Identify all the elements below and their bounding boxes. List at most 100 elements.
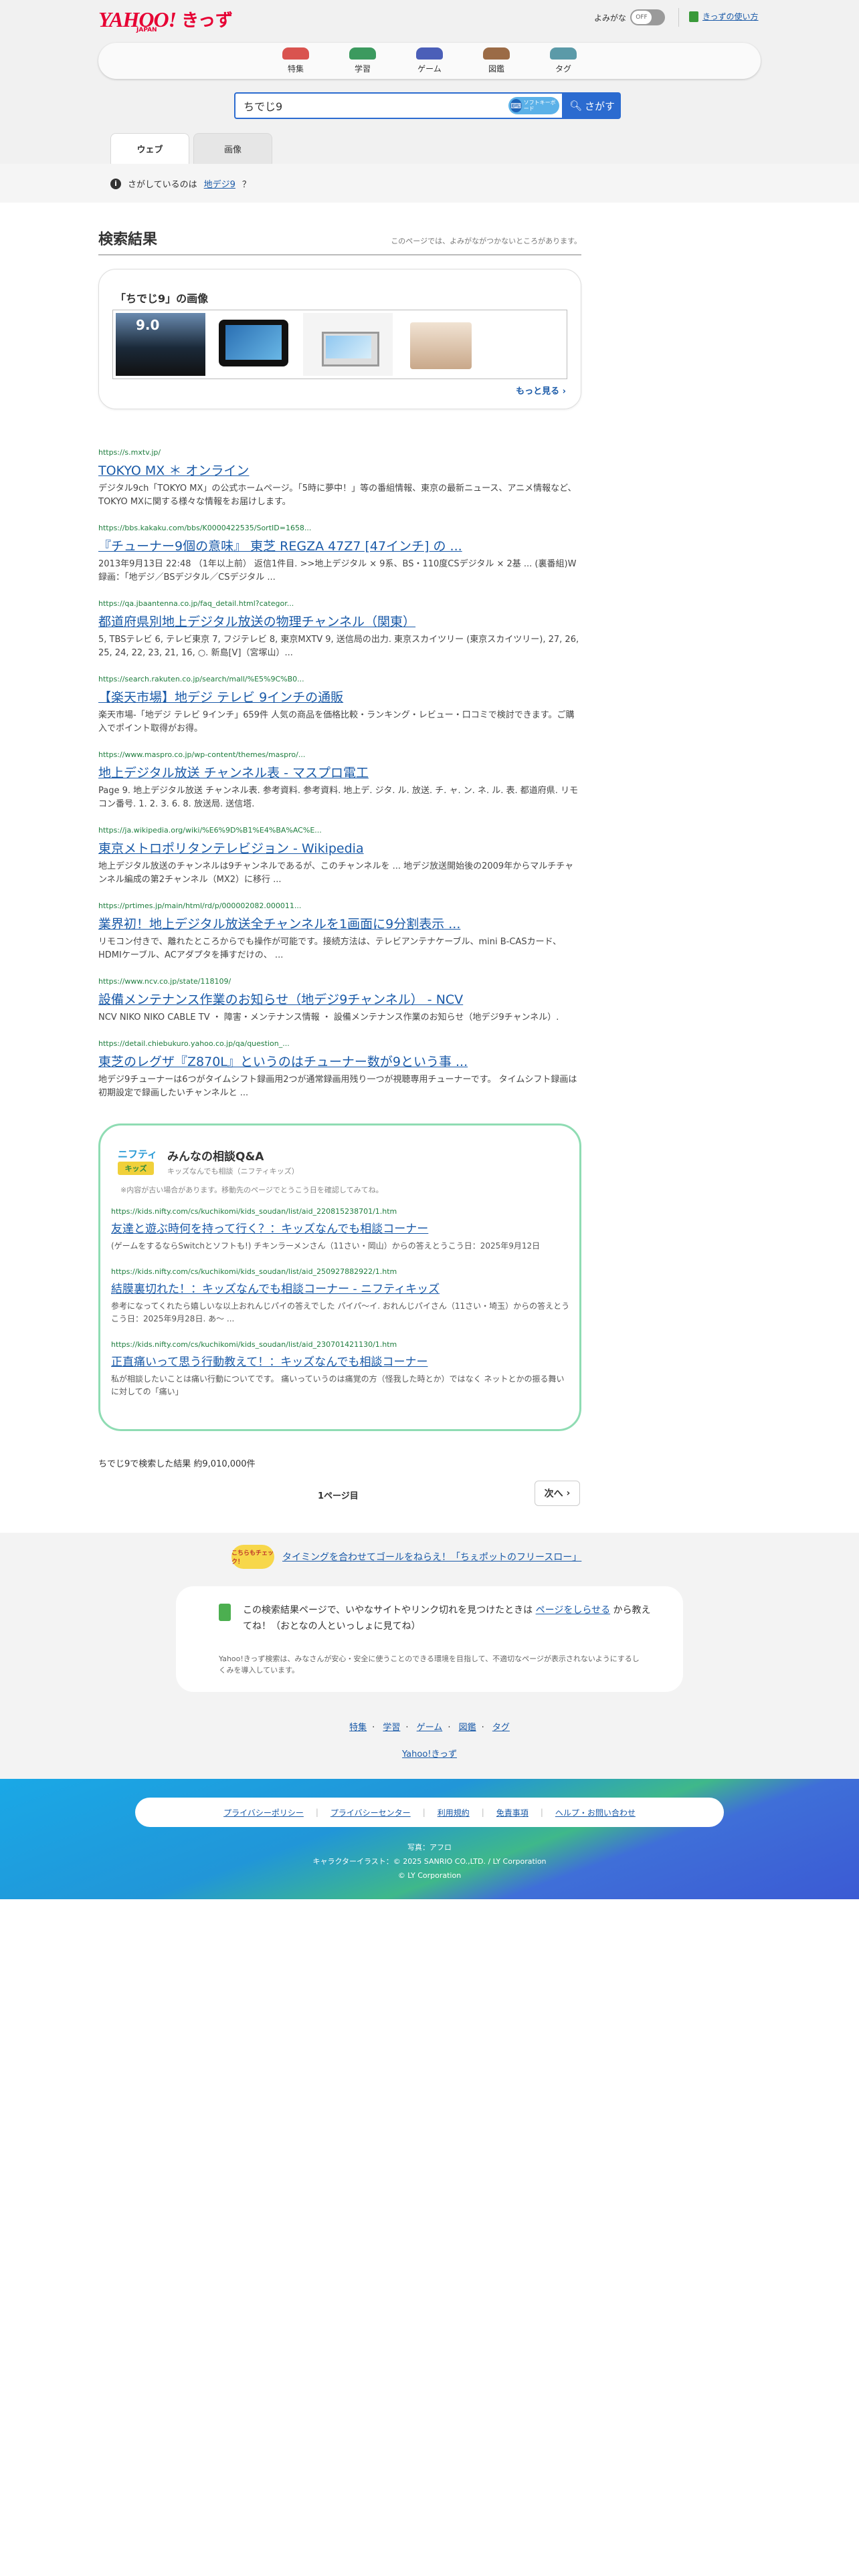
- promo-badge: こちらもチェック！: [231, 1545, 274, 1569]
- nifty-brand: ニフティ: [118, 1148, 158, 1160]
- footer-home: Yahoo!きっず: [0, 1747, 859, 1759]
- qa-subtitle: キッズなんでも相談（ニフティキッズ）: [167, 1167, 299, 1176]
- qa-item-link[interactable]: 結膜裏切れた！：キッズなんでも相談コーナー - ニフティキッズ: [111, 1279, 570, 1296]
- image-thumbnail[interactable]: [303, 313, 393, 376]
- report-text: この検索結果ページで、いやなサイトやリンク切れを見つけたときは ページをしらせる…: [243, 1602, 658, 1634]
- search-result: https://ja.wikipedia.org/wiki/%E6%9D%B1%…: [98, 826, 581, 887]
- copyright: © LY Corporation: [397, 1871, 462, 1880]
- yahoo-kids-logo[interactable]: YAHOO! きっず: [98, 7, 233, 31]
- result-url: https://search.rakuten.co.jp/search/mall…: [98, 675, 304, 683]
- qa-notice: ※内容が古い場合があります。移動先のページでとうこう日を確認してみてね。: [120, 1186, 383, 1194]
- book-icon: [689, 11, 698, 22]
- image-thumbnail[interactable]: [397, 313, 486, 376]
- promo-banner: こちらもチェック！ タイミングを合わせてゴールをねらえ！「ちぇポットのフリースロ…: [231, 1545, 581, 1569]
- qa-item-url: https://kids.nifty.com/cs/kuchikomi/kids…: [111, 1340, 397, 1349]
- result-title-link[interactable]: 都道府県別地上デジタル放送の物理チャンネル（関東）: [98, 612, 581, 630]
- more-images-link[interactable]: もっと見る ›: [516, 384, 566, 397]
- result-snippet: 楽天市場-「地デジ テレビ 9インチ」659件 人気の商品を価格比較・ランキング…: [98, 710, 575, 734]
- privacy-center-link[interactable]: プライバシーセンター: [330, 1807, 411, 1818]
- help-link[interactable]: ヘルプ・お問い合わせ: [555, 1807, 636, 1818]
- result-title-link[interactable]: 地上デジタル放送 チャンネル表 - マスプロ電工: [98, 763, 581, 781]
- qa-item-url: https://kids.nifty.com/cs/kuchikomi/kids…: [111, 1267, 397, 1276]
- footer-link-tag[interactable]: タグ: [492, 1723, 510, 1733]
- nav-item-gakushu[interactable]: 学習: [341, 47, 384, 74]
- keyboard-icon: ⌨: [510, 99, 522, 112]
- footer-link-gakushu[interactable]: 学習: [383, 1723, 400, 1733]
- qa-item-link[interactable]: 友達と遊ぶ時何を持って行く？：キッズなんでも相談コーナー: [111, 1219, 570, 1236]
- game-icon: [416, 47, 443, 60]
- report-note: Yahoo!きっず検索は、みなさんが安心・安全に使うことのできる環境を目指して、…: [219, 1654, 640, 1675]
- search-button[interactable]: 🔍︎ さがす: [563, 92, 621, 119]
- promo-link[interactable]: タイミングを合わせてゴールをねらえ！「ちぇポットのフリースロー」: [282, 1550, 581, 1564]
- search-result: https://s.mxtv.jp/ TOKYO MX ＊ オンライン デジタル…: [98, 448, 581, 509]
- kids-brand: キッズ: [118, 1162, 154, 1175]
- web-results: https://s.mxtv.jp/ TOKYO MX ＊ オンライン デジタル…: [98, 448, 581, 1115]
- chevron-right-icon: ›: [563, 1488, 571, 1499]
- qa-item-link[interactable]: 正直痛いって思う行動教えて！：キッズなんでも相談コーナー: [111, 1352, 570, 1369]
- tokushu-icon: [282, 47, 309, 60]
- qa-box: ニフティ キッズ みんなの相談Q&A キッズなんでも相談（ニフティキッズ） ※内…: [98, 1123, 581, 1431]
- result-snippet: リモコン付きで、離れたところからでも操作が可能です。接続方法は、テレビアンテナケ…: [98, 937, 562, 960]
- footer-band: プライバシーポリシー | プライバシーセンター | 利用規約 | 免責事項 | ヘルプ・…: [0, 1779, 859, 1899]
- soft-keyboard-button[interactable]: ⌨ ソフトキーボード: [508, 97, 559, 114]
- nav-label: タグ: [555, 64, 571, 74]
- image-thumbnail[interactable]: [209, 313, 299, 376]
- search-input[interactable]: ちでじ9 ⌨ ソフトキーボード: [234, 92, 563, 119]
- result-title-link[interactable]: 東芝のレグザ『Z870L』というのはチューナー数が9という事 ...: [98, 1052, 581, 1070]
- footer-home-link[interactable]: Yahoo!きっず: [402, 1749, 457, 1759]
- privacy-policy-link[interactable]: プライバシーポリシー: [223, 1807, 304, 1818]
- terms-link[interactable]: 利用規約: [438, 1807, 470, 1818]
- next-page-button[interactable]: 次へ ›: [535, 1481, 580, 1506]
- nav-label: 図鑑: [488, 64, 504, 74]
- search-query: ちでじ9: [244, 100, 283, 113]
- nav-item-game[interactable]: ゲーム: [408, 47, 451, 74]
- chevron-right-icon: ›: [562, 387, 566, 397]
- qa-item-snippet: 私が相談したいことは痛い行動についてです。 痛いっていうのは痛覚の方（怪我した時…: [111, 1374, 565, 1396]
- search-result: https://prtimes.jp/main/html/rd/p/000002…: [98, 901, 581, 962]
- result-url: https://qa.jbaantenna.co.jp/faq_detail.h…: [98, 599, 294, 608]
- qa-item-snippet: (ゲームをするならSwitchとソフトも!) チキンラーメンさん（11さい・岡山…: [111, 1241, 541, 1251]
- result-title-link[interactable]: 設備メンテナンス作業のお知らせ（地デジ9チャンネル） - NCV: [98, 990, 581, 1008]
- phone-icon: [219, 1604, 231, 1621]
- result-url: https://bbs.kakaku.com/bbs/K0000422535/S…: [98, 524, 312, 532]
- toggle-state: OFF: [632, 11, 652, 24]
- footer-link-zukan[interactable]: 図鑑: [459, 1723, 476, 1733]
- footer-link-tokushu[interactable]: 特集: [349, 1723, 367, 1733]
- howto-link[interactable]: きっずの使い方: [689, 11, 759, 22]
- howto-link-text[interactable]: きっずの使い方: [702, 11, 759, 22]
- search-result: https://qa.jbaantenna.co.jp/faq_detail.h…: [98, 599, 581, 660]
- divider: [678, 8, 679, 27]
- photo-credit: 写真：アフロ: [407, 1843, 452, 1852]
- report-box: この検索結果ページで、いやなサイトやリンク切れを見つけたときは ページをしらせる…: [176, 1586, 683, 1692]
- nav-item-zukan[interactable]: 図鑑: [475, 47, 518, 74]
- result-title-link[interactable]: 東京メトロポリタンテレビジョン - Wikipedia: [98, 839, 581, 857]
- nav-label: 特集: [287, 64, 304, 74]
- result-url: https://www.ncv.co.jp/state/118109/: [98, 977, 231, 986]
- character-credit: キャラクターイラスト：© 2025 SANRIO CO.,LTD. / LY C…: [312, 1857, 547, 1866]
- nav-item-tokushu[interactable]: 特集: [274, 47, 317, 74]
- zukan-icon: [483, 47, 510, 60]
- image-results-title: 「ちでじ9」の画像: [115, 292, 209, 305]
- report-link[interactable]: ページをしらせる: [536, 1605, 610, 1616]
- tab-web[interactable]: ウェブ: [110, 133, 189, 164]
- result-title-link[interactable]: 業界初！地上デジタル放送全チャンネルを1画面に9分割表示 ...: [98, 914, 581, 932]
- search-result: https://www.ncv.co.jp/state/118109/ 設備メン…: [98, 977, 581, 1025]
- result-snippet: デジタル9ch「TOKYO MX」の公式ホームページ。「5時に夢中！」等の番組情…: [98, 484, 577, 507]
- image-thumbnail[interactable]: 9.0: [116, 313, 205, 376]
- result-title-link[interactable]: 『チューナー9個の意味』 東芝 REGZA 47Z7 [47インチ] の ...: [98, 536, 581, 554]
- footer-nav: 特集 · 学習 · ゲーム · 図鑑 · タグ: [349, 1723, 510, 1733]
- tab-images[interactable]: 画像: [193, 133, 272, 164]
- did-you-mean-link[interactable]: 地デジ9: [204, 177, 235, 190]
- disclaimer-link[interactable]: 免責事項: [496, 1807, 529, 1818]
- search-result: https://search.rakuten.co.jp/search/mall…: [98, 675, 581, 736]
- result-snippet: 5, TBSテレビ 6, テレビ東京 7, フジテレビ 8, 東京MXTV 9,…: [98, 635, 579, 658]
- result-url: https://prtimes.jp/main/html/rd/p/000002…: [98, 901, 302, 910]
- footer-link-game[interactable]: ゲーム: [417, 1723, 443, 1733]
- credits: 写真：アフロ キャラクターイラスト：© 2025 SANRIO CO.,LTD.…: [0, 1840, 859, 1883]
- search-icon: 🔍︎: [569, 100, 583, 112]
- result-title-link[interactable]: TOKYO MX ＊ オンライン: [98, 461, 581, 479]
- yomigana-toggle[interactable]: OFF: [630, 9, 666, 25]
- qa-item-url: https://kids.nifty.com/cs/kuchikomi/kids…: [111, 1207, 397, 1216]
- nav-item-tag[interactable]: タグ: [542, 47, 585, 74]
- result-title-link[interactable]: 【楽天市場】地デジ テレビ 9インチの通販: [98, 687, 581, 706]
